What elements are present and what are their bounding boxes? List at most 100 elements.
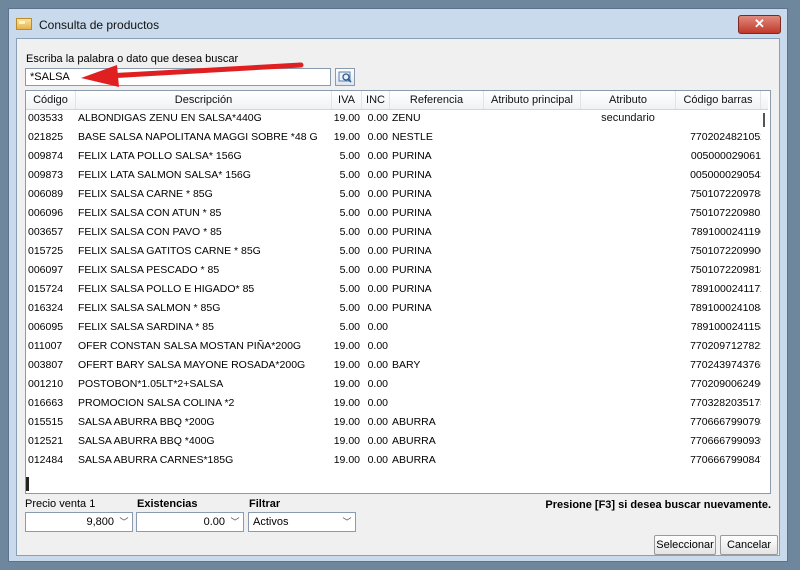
table-row[interactable]: 006097 FELIX SALSA PESCADO * 85 5.00 0.00 PU… <box>26 261 761 280</box>
search-again-hint: Presione [F3] si desea buscar nuevamente… <box>545 499 771 511</box>
column-header-secondary-attribute[interactable]: Atributo secundario <box>581 91 676 124</box>
cell-iva: 5.00 <box>339 169 360 181</box>
chevron-down-icon[interactable]: ﹀ <box>339 513 355 531</box>
close-icon: ✕ <box>754 16 765 31</box>
chevron-down-icon[interactable]: ﹀ <box>227 513 243 531</box>
cell-inc: 0.00 <box>367 454 388 466</box>
column-header-iva[interactable]: IVA <box>332 91 362 109</box>
cell-barcode: 7702090062496 <box>690 378 761 390</box>
cell-barcode: 7702097127822 <box>690 340 761 352</box>
folder-icon <box>16 18 32 30</box>
cell-reference: BARY <box>392 359 421 371</box>
table-row[interactable]: 012484 SALSA ABURRA CARNES*185G 19.00 0.00 A… <box>26 451 761 470</box>
cell-reference: NESTLE <box>392 131 433 143</box>
table-row[interactable]: 003657 FELIX SALSA CON PAVO * 85 5.00 0.00 P… <box>26 223 761 242</box>
cancel-button[interactable]: Cancelar <box>720 535 778 555</box>
vertical-scrollbar[interactable] <box>760 109 770 473</box>
cell-inc: 0.00 <box>367 283 388 295</box>
cell-inc: 0.00 <box>367 207 388 219</box>
column-header-inc[interactable]: INC <box>362 91 390 109</box>
horizontal-scroll-thumb[interactable] <box>26 477 29 491</box>
search-icon <box>338 71 352 83</box>
cell-code: 015725 <box>28 245 64 257</box>
table-row[interactable]: 015724 FELIX SALSA POLLO E HIGADO* 85 5.00… <box>26 280 761 299</box>
cell-reference: PURINA <box>392 207 432 219</box>
search-button[interactable] <box>335 68 355 86</box>
cell-inc: 0.00 <box>367 359 388 371</box>
cell-code: 001210 <box>28 378 64 390</box>
close-button[interactable]: ✕ <box>738 15 781 34</box>
cell-description: FELIX SALSA POLLO E HIGADO* 85 <box>78 283 255 295</box>
column-header-reference[interactable]: Referencia <box>390 91 484 109</box>
horizontal-scrollbar[interactable] <box>26 475 770 493</box>
table-row[interactable]: 016663 PROMOCION SALSA COLINA *2 19.00 0.00… <box>26 394 761 413</box>
cell-code: 003533 <box>28 112 64 124</box>
cell-description: POSTOBON*1.05LT*2+SALSA <box>78 378 224 390</box>
cell-reference <box>392 394 488 413</box>
cell-iva: 19.00 <box>333 340 360 352</box>
column-header-barcode[interactable]: Código barras <box>676 91 761 109</box>
table-row[interactable]: 015725 FELIX SALSA GATITOS CARNE * 85G 5.0… <box>26 242 761 261</box>
table-row[interactable]: 006089 FELIX SALSA CARNE * 85G 5.00 0.00 PUR… <box>26 185 761 204</box>
table-row[interactable]: 012483SALSA ABURRA NEGRA*165ML19.000.00 A… <box>26 470 761 473</box>
table-row[interactable]: 006096 FELIX SALSA CON ATUN * 85 5.00 0.00 P… <box>26 204 761 223</box>
cell-code: 016663 <box>28 397 64 409</box>
cell-code: 006089 <box>28 188 64 200</box>
table-row[interactable]: 021825 BASE SALSA NAPOLITANA MAGGI SOBRE … <box>26 128 761 147</box>
cell-code: 003807 <box>28 359 64 371</box>
cell-reference: ABURRA <box>392 454 436 466</box>
table-row[interactable]: 001210 POSTOBON*1.05LT*2+SALSA 19.00 0.00 77… <box>26 375 761 394</box>
product-table: Código Descripción IVA INC Referencia At… <box>25 90 771 494</box>
cell-barcode: 7501072209801 <box>690 207 761 219</box>
column-header-description[interactable]: Descripción <box>76 91 332 109</box>
cell-reference: ZENU <box>392 112 421 124</box>
price-dropdown[interactable]: 9,800 ﹀ <box>25 512 133 532</box>
cell-inc: 0.00 <box>367 340 388 352</box>
cell-code: 012483 <box>27 470 78 473</box>
cell-reference: PURINA <box>392 302 432 314</box>
cell-inc: 0.00 <box>367 131 388 143</box>
cell-code: 012484 <box>28 454 64 466</box>
cell-iva: 19.00 <box>333 378 360 390</box>
cell-inc: 0.00 <box>367 397 388 409</box>
table-row[interactable]: 012521 SALSA ABURRA BBQ *400G 19.00 0.00 ABU… <box>26 432 761 451</box>
title-bar[interactable]: Consulta de productos ✕ <box>9 9 787 39</box>
cell-barcode: 7891000241084 <box>690 302 761 314</box>
table-row[interactable]: 003807 OFERT BARY SALSA MAYONE ROSADA*200… <box>26 356 761 375</box>
column-header-code[interactable]: Código <box>26 91 76 109</box>
cell-reference: PURINA <box>392 283 432 295</box>
cell-code: 003657 <box>28 226 64 238</box>
table-row[interactable]: 006095 FELIX SALSA SARDINA * 85 5.00 0.00 78… <box>26 318 761 337</box>
vertical-scroll-thumb[interactable] <box>763 113 765 127</box>
cell-barcode: 7706667990847 <box>690 454 761 466</box>
filter-select[interactable]: Activos ﹀ <box>248 512 356 532</box>
cell-code: 021825 <box>28 131 64 143</box>
cell-inc: 0.00 <box>362 470 388 473</box>
stock-dropdown[interactable]: 0.00 ﹀ <box>136 512 244 532</box>
cell-reference <box>392 318 488 337</box>
cell-description: SALSA ABURRA BBQ *200G <box>78 416 215 428</box>
table-row[interactable]: 015515 SALSA ABURRA BBQ *200G 19.00 0.00 ABU… <box>26 413 761 432</box>
table-row[interactable]: 016324 FELIX SALSA SALMON * 85G 5.00 0.00 PU… <box>26 299 761 318</box>
cell-barcode: 7702024821052 <box>690 131 761 143</box>
table-row[interactable]: 011007 OFER CONSTAN SALSA MOSTAN PIÑA*200… <box>26 337 761 356</box>
cell-iva: 5.00 <box>339 321 360 333</box>
cell-reference: ABURRA <box>392 470 488 473</box>
cell-iva: 19.00 <box>332 470 360 473</box>
select-button[interactable]: Seleccionar <box>654 535 716 555</box>
table-row[interactable]: 003533 ALBONDIGAS ZENU EN SALSA*440G 19.00… <box>26 109 761 128</box>
chevron-down-icon[interactable]: ﹀ <box>116 513 132 531</box>
cell-inc: 0.00 <box>367 169 388 181</box>
cell-code: 015515 <box>28 416 64 428</box>
table-row[interactable]: 009873 FELIX LATA SALMON SALSA* 156G 5.00 0… <box>26 166 761 185</box>
cell-description: FELIX LATA SALMON SALSA* 156G <box>78 169 251 181</box>
cell-description: FELIX LATA POLLO SALSA* 156G <box>78 150 242 162</box>
table-row[interactable]: 009874 FELIX LATA POLLO SALSA* 156G 5.00 0.… <box>26 147 761 166</box>
cell-iva: 19.00 <box>333 397 360 409</box>
cell-description: OFER CONSTAN SALSA MOSTAN PIÑA*200G <box>78 340 302 352</box>
cell-inc: 0.00 <box>367 188 388 200</box>
cell-description: OFERT BARY SALSA MAYONE ROSADA*200G <box>78 359 306 371</box>
cell-inc: 0.00 <box>367 416 388 428</box>
cell-description: SALSA ABURRA NEGRA*165ML <box>77 470 334 473</box>
column-header-main-attribute[interactable]: Atributo principal <box>484 91 581 109</box>
